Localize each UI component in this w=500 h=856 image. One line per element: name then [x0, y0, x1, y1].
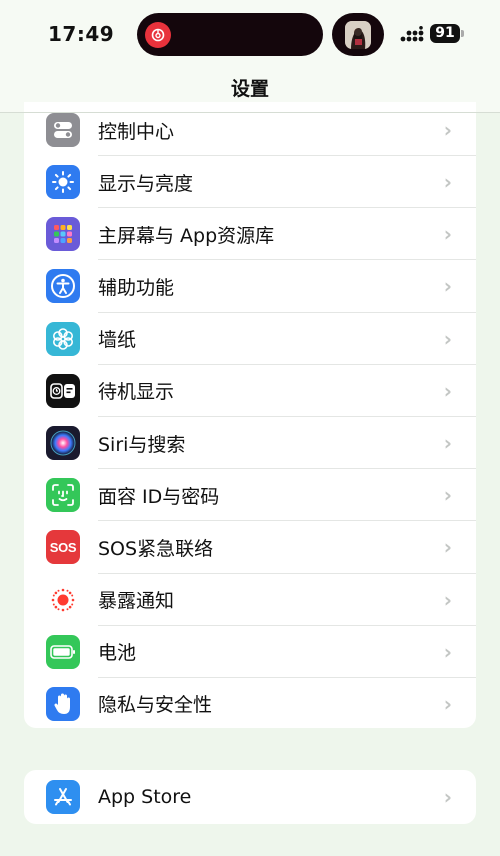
settings-row-exposure-notification[interactable]: 暴露通知 ›: [24, 574, 476, 626]
wallpaper-icon: [46, 321, 80, 356]
battery-tip-icon: [461, 30, 464, 37]
settings-row-label: App Store: [98, 786, 192, 808]
sos-icon-text: SOS: [49, 539, 77, 555]
chevron-right-icon: ›: [443, 431, 452, 456]
chevron-right-icon: ›: [443, 326, 452, 351]
app-store-icon: [46, 780, 80, 814]
nav-divider: [0, 112, 500, 113]
chevron-right-icon: ›: [443, 535, 452, 560]
settings-row-label: 暴露通知: [98, 590, 175, 613]
privacy-hand-icon: [46, 686, 80, 721]
brightness-icon: [46, 165, 80, 200]
battery-indicator: 91: [430, 24, 460, 43]
settings-row-siri[interactable]: Siri与搜索 ›: [24, 417, 476, 470]
standby-icon: [46, 373, 80, 408]
settings-row-battery[interactable]: 电池 ›: [24, 626, 476, 678]
settings-row-label: Siri与搜索: [98, 433, 186, 456]
settings-row-privacy[interactable]: 隐私与安全性 ›: [24, 678, 476, 728]
settings-row-label: 控制中心: [98, 120, 175, 143]
settings-row-label: 面容 ID与密码: [98, 485, 220, 508]
settings-row-label: 辅助功能: [98, 276, 175, 299]
cellular-signal-icon: [400, 26, 424, 42]
dynamic-island-left[interactable]: [137, 13, 323, 56]
settings-row-face-id[interactable]: 面容 ID与密码 ›: [24, 469, 476, 522]
exposure-notification-icon: [46, 582, 80, 617]
settings-screen: 17:49 91 设置 控制中心 › 显示与亮度 › 主屏幕与 App资源库 ›…: [0, 0, 500, 856]
settings-row-app-store[interactable]: App Store ›: [24, 770, 476, 824]
dynamic-island-right[interactable]: [332, 13, 384, 56]
page-title: 设置: [230, 78, 269, 100]
chevron-right-icon: ›: [443, 118, 452, 142]
settings-row-label: 墙纸: [98, 329, 137, 352]
chevron-right-icon: ›: [443, 785, 452, 809]
status-bar: 17:49 91: [0, 0, 500, 66]
chevron-right-icon: ›: [443, 691, 452, 716]
settings-row-label: SOS紧急联络: [98, 537, 214, 560]
chevron-right-icon: ›: [443, 483, 452, 508]
music-app-icon: [145, 22, 171, 48]
siri-icon: [46, 426, 80, 461]
chevron-right-icon: ›: [443, 639, 452, 664]
settings-list: 控制中心 › 显示与亮度 › 主屏幕与 App资源库 › 辅助功能 › 墙纸 ›…: [24, 102, 476, 728]
chevron-right-icon: ›: [443, 274, 452, 299]
settings-row-label: 显示与亮度: [98, 172, 194, 195]
sos-icon: SOS: [46, 530, 80, 565]
status-time: 17:49: [48, 22, 115, 46]
battery-icon: [46, 634, 80, 669]
chevron-right-icon: ›: [443, 378, 452, 403]
chevron-right-icon: ›: [443, 222, 452, 247]
home-screen-icon: [46, 217, 80, 252]
settings-row-label: 隐私与安全性: [98, 694, 213, 717]
face-id-icon: [46, 478, 80, 513]
settings-row-display-brightness[interactable]: 显示与亮度 ›: [24, 156, 476, 209]
settings-row-label: 主屏幕与 App资源库: [98, 224, 275, 247]
accessibility-icon: [46, 269, 80, 304]
settings-row-label: 电池: [98, 642, 137, 665]
settings-row-sos[interactable]: SOS SOS紧急联络 ›: [24, 521, 476, 574]
settings-row-standby[interactable]: 待机显示 ›: [24, 365, 476, 417]
settings-row-accessibility[interactable]: 辅助功能 ›: [24, 260, 476, 313]
settings-row-home-screen[interactable]: 主屏幕与 App资源库 ›: [24, 208, 476, 261]
settings-row-label: 待机显示: [98, 381, 175, 404]
album-art-thumbnail: [345, 21, 371, 49]
chevron-right-icon: ›: [443, 587, 452, 612]
control-center-icon: [46, 113, 80, 147]
settings-row-wallpaper[interactable]: 墙纸 ›: [24, 313, 476, 365]
chevron-right-icon: ›: [443, 170, 452, 195]
store-group: App Store ›: [24, 770, 476, 824]
